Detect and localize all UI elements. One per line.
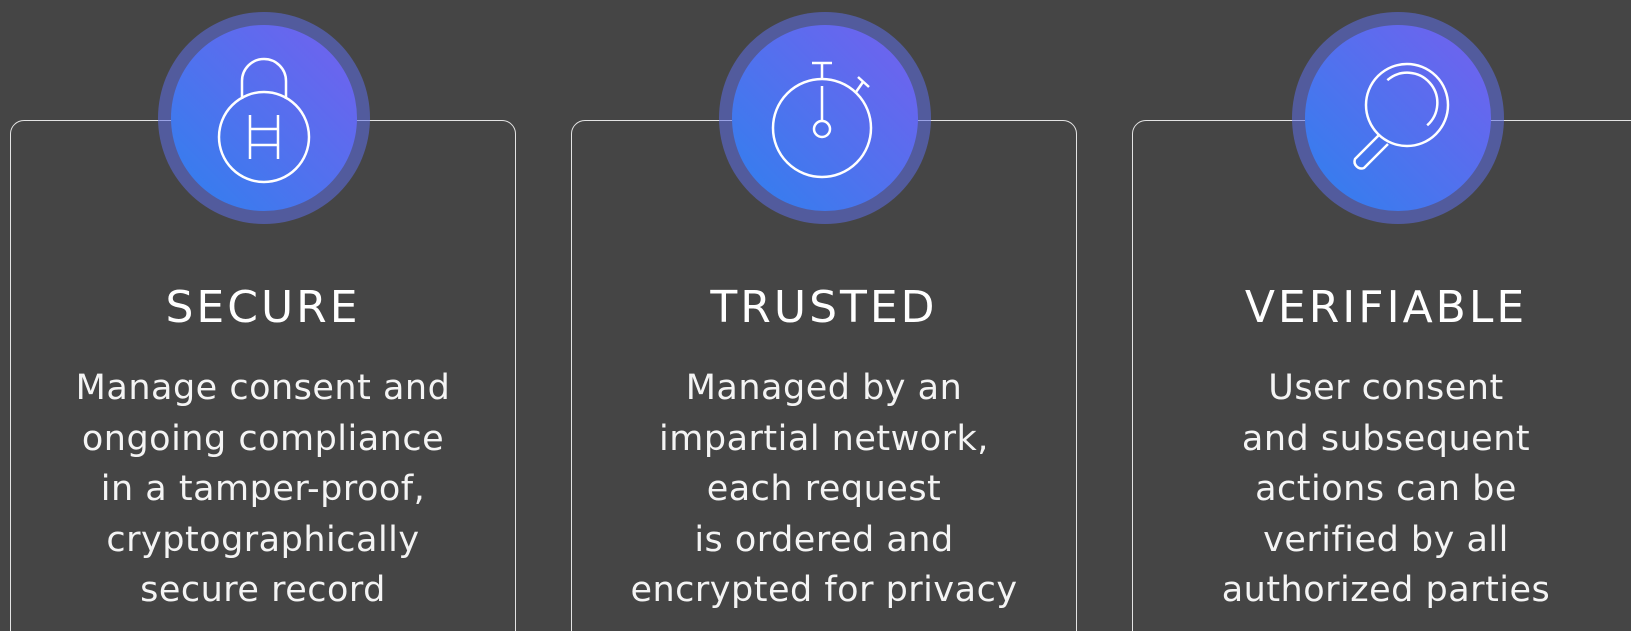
- stopwatch-icon: [771, 61, 873, 179]
- feature-title-verifiable: VERIFIABLE: [1244, 282, 1528, 333]
- feature-badge-trusted: [719, 12, 931, 224]
- feature-badge-secure: [158, 12, 370, 224]
- feature-title-secure: SECURE: [165, 282, 361, 333]
- lock-hbar-icon: [217, 57, 311, 184]
- feature-badge-verifiable: [1292, 12, 1504, 224]
- feature-description-secure: Manage consent and ongoing compliance in…: [75, 368, 451, 610]
- feature-description-verifiable: User consent and subsequent actions can …: [1221, 368, 1551, 610]
- magnifier-icon: [1353, 62, 1450, 170]
- feature-description-trusted: Managed by an impartial network, each re…: [630, 368, 1018, 610]
- features-section: SECURE Manage consent and ongoing compli…: [0, 0, 1631, 631]
- feature-title-trusted: TRUSTED: [710, 282, 938, 333]
